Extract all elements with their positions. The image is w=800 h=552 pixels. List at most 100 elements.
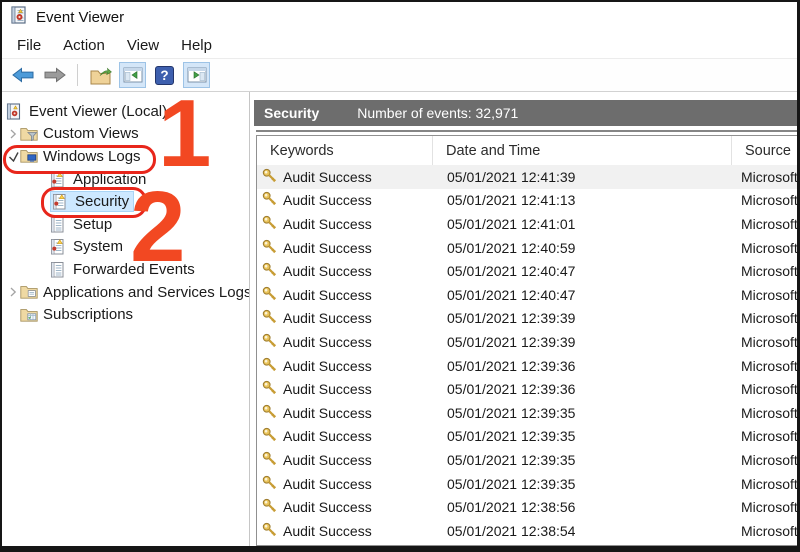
table-row[interactable]: Audit Success 05/01/2021 12:40:47 Micros… bbox=[257, 259, 797, 283]
security-log-icon bbox=[52, 193, 72, 210]
column-header-date-time[interactable]: Date and Time bbox=[433, 136, 732, 165]
tree-item-application[interactable]: Application bbox=[2, 168, 249, 191]
window-title: Event Viewer bbox=[36, 9, 124, 26]
help-button[interactable]: ? bbox=[151, 62, 178, 88]
source-label: Microsoft bbox=[732, 452, 797, 468]
table-row[interactable]: Audit Success 05/01/2021 12:39:35 Micros… bbox=[257, 448, 797, 472]
key-icon bbox=[262, 357, 277, 375]
event-viewer-app-icon bbox=[10, 6, 27, 29]
table-row[interactable]: Audit Success 05/01/2021 12:39:39 Micros… bbox=[257, 307, 797, 331]
tree-item-windows-logs[interactable]: Windows Logs bbox=[2, 145, 249, 168]
keyword-label: Audit Success bbox=[283, 358, 372, 374]
source-label: Microsoft bbox=[732, 287, 797, 303]
results-pane: Security Number of events: 32,971 Keywor… bbox=[250, 92, 797, 546]
keyword-label: Audit Success bbox=[283, 310, 372, 326]
table-row[interactable]: Audit Success 05/01/2021 12:38:54 Micros… bbox=[257, 519, 797, 543]
tree-item-label: Application bbox=[70, 171, 146, 188]
menu-file[interactable]: File bbox=[6, 34, 52, 57]
tree-item-system[interactable]: System bbox=[2, 236, 249, 259]
source-label: Microsoft bbox=[732, 263, 797, 279]
column-header-source[interactable]: Source bbox=[732, 136, 797, 165]
table-row[interactable]: Audit Success 05/01/2021 12:40:47 Micros… bbox=[257, 283, 797, 307]
show-console-tree-button[interactable] bbox=[119, 62, 146, 88]
tree-item-security[interactable]: Security bbox=[2, 190, 249, 213]
chevron-right-icon[interactable] bbox=[6, 129, 20, 139]
keyword-label: Audit Success bbox=[283, 263, 372, 279]
source-label: Microsoft bbox=[732, 381, 797, 397]
datetime-label: 05/01/2021 12:41:13 bbox=[433, 192, 732, 208]
chevron-right-icon[interactable] bbox=[6, 287, 20, 297]
forward-button[interactable] bbox=[41, 62, 68, 88]
datetime-label: 05/01/2021 12:38:56 bbox=[433, 499, 732, 515]
event-table-body: Audit Success 05/01/2021 12:41:39 Micros… bbox=[257, 165, 797, 545]
source-label: Microsoft bbox=[732, 334, 797, 350]
key-icon bbox=[262, 380, 277, 398]
event-viewer-root-icon bbox=[6, 103, 26, 120]
back-button[interactable] bbox=[9, 62, 36, 88]
tree-item-applications-services-logs[interactable]: Applications and Services Logs bbox=[2, 281, 249, 304]
source-label: Microsoft bbox=[732, 476, 797, 492]
table-row[interactable]: Audit Success 05/01/2021 12:41:13 Micros… bbox=[257, 189, 797, 213]
tree-item-setup[interactable]: Setup bbox=[2, 213, 249, 236]
source-label: Microsoft bbox=[732, 523, 797, 539]
key-icon bbox=[262, 309, 277, 327]
key-icon bbox=[262, 404, 277, 422]
tree-item-label: Subscriptions bbox=[40, 306, 133, 323]
open-saved-log-button[interactable] bbox=[87, 62, 114, 88]
column-header-keywords[interactable]: Keywords bbox=[257, 136, 433, 165]
menu-bar: File Action View Help bbox=[2, 32, 797, 59]
source-label: Microsoft bbox=[732, 169, 797, 185]
menu-action[interactable]: Action bbox=[52, 34, 116, 57]
system-log-icon bbox=[50, 238, 70, 255]
show-action-pane-button[interactable] bbox=[183, 62, 210, 88]
table-row[interactable]: Audit Success 05/01/2021 12:39:35 Micros… bbox=[257, 425, 797, 449]
key-icon bbox=[262, 215, 277, 233]
table-row[interactable]: Audit Success 05/01/2021 12:38:56 Micros… bbox=[257, 495, 797, 519]
tree-item-subscriptions[interactable]: Subscriptions bbox=[2, 303, 249, 326]
tree-item-event-viewer-local[interactable]: Event Viewer (Local) bbox=[2, 100, 249, 123]
subscriptions-folder-icon bbox=[20, 308, 40, 322]
key-icon bbox=[262, 262, 277, 280]
forward-icon bbox=[44, 67, 66, 83]
datetime-label: 05/01/2021 12:39:39 bbox=[433, 334, 732, 350]
forwarded-events-log-icon bbox=[50, 261, 70, 278]
menu-view[interactable]: View bbox=[116, 34, 170, 57]
menu-help[interactable]: Help bbox=[170, 34, 223, 57]
help-icon: ? bbox=[155, 66, 174, 85]
table-row[interactable]: Audit Success 05/01/2021 12:39:36 Micros… bbox=[257, 377, 797, 401]
open-saved-log-icon bbox=[90, 66, 112, 85]
services-logs-folder-icon bbox=[20, 285, 40, 299]
event-viewer-window: Event Viewer File Action View Help bbox=[0, 0, 800, 552]
tree-item-label: Custom Views bbox=[40, 125, 139, 142]
datetime-label: 05/01/2021 12:41:01 bbox=[433, 216, 732, 232]
key-icon bbox=[262, 286, 277, 304]
datetime-label: 05/01/2021 12:40:59 bbox=[433, 240, 732, 256]
source-label: Microsoft bbox=[732, 310, 797, 326]
key-icon bbox=[262, 427, 277, 445]
source-label: Microsoft bbox=[732, 192, 797, 208]
table-row[interactable]: Audit Success 05/01/2021 12:39:39 Micros… bbox=[257, 330, 797, 354]
table-row[interactable]: Audit Success 05/01/2021 12:39:35 Micros… bbox=[257, 401, 797, 425]
datetime-label: 05/01/2021 12:39:35 bbox=[433, 476, 732, 492]
table-row[interactable]: Audit Success 05/01/2021 12:41:01 Micros… bbox=[257, 212, 797, 236]
key-icon bbox=[262, 475, 277, 493]
keyword-label: Audit Success bbox=[283, 499, 372, 515]
pane-divider bbox=[256, 130, 797, 132]
key-icon bbox=[262, 522, 277, 540]
table-row[interactable]: Audit Success 05/01/2021 12:39:35 Micros… bbox=[257, 472, 797, 496]
keyword-label: Audit Success bbox=[283, 169, 372, 185]
table-row[interactable]: Audit Success 05/01/2021 12:41:39 Micros… bbox=[257, 165, 797, 189]
chevron-expanded-icon[interactable] bbox=[6, 151, 20, 162]
keyword-label: Audit Success bbox=[283, 240, 372, 256]
table-row[interactable]: Audit Success 05/01/2021 12:39:36 Micros… bbox=[257, 354, 797, 378]
table-row[interactable]: Audit Success 05/01/2021 12:40:59 Micros… bbox=[257, 236, 797, 260]
back-icon bbox=[12, 67, 34, 83]
datetime-label: 05/01/2021 12:40:47 bbox=[433, 263, 732, 279]
title-bar: Event Viewer bbox=[2, 2, 797, 32]
key-icon bbox=[262, 168, 277, 186]
tree-item-custom-views[interactable]: Custom Views bbox=[2, 123, 249, 146]
show-action-pane-icon bbox=[187, 67, 207, 83]
toolbar: ? bbox=[2, 59, 797, 92]
tree-item-label: Windows Logs bbox=[40, 148, 141, 165]
tree-item-forwarded-events[interactable]: Forwarded Events bbox=[2, 258, 249, 281]
